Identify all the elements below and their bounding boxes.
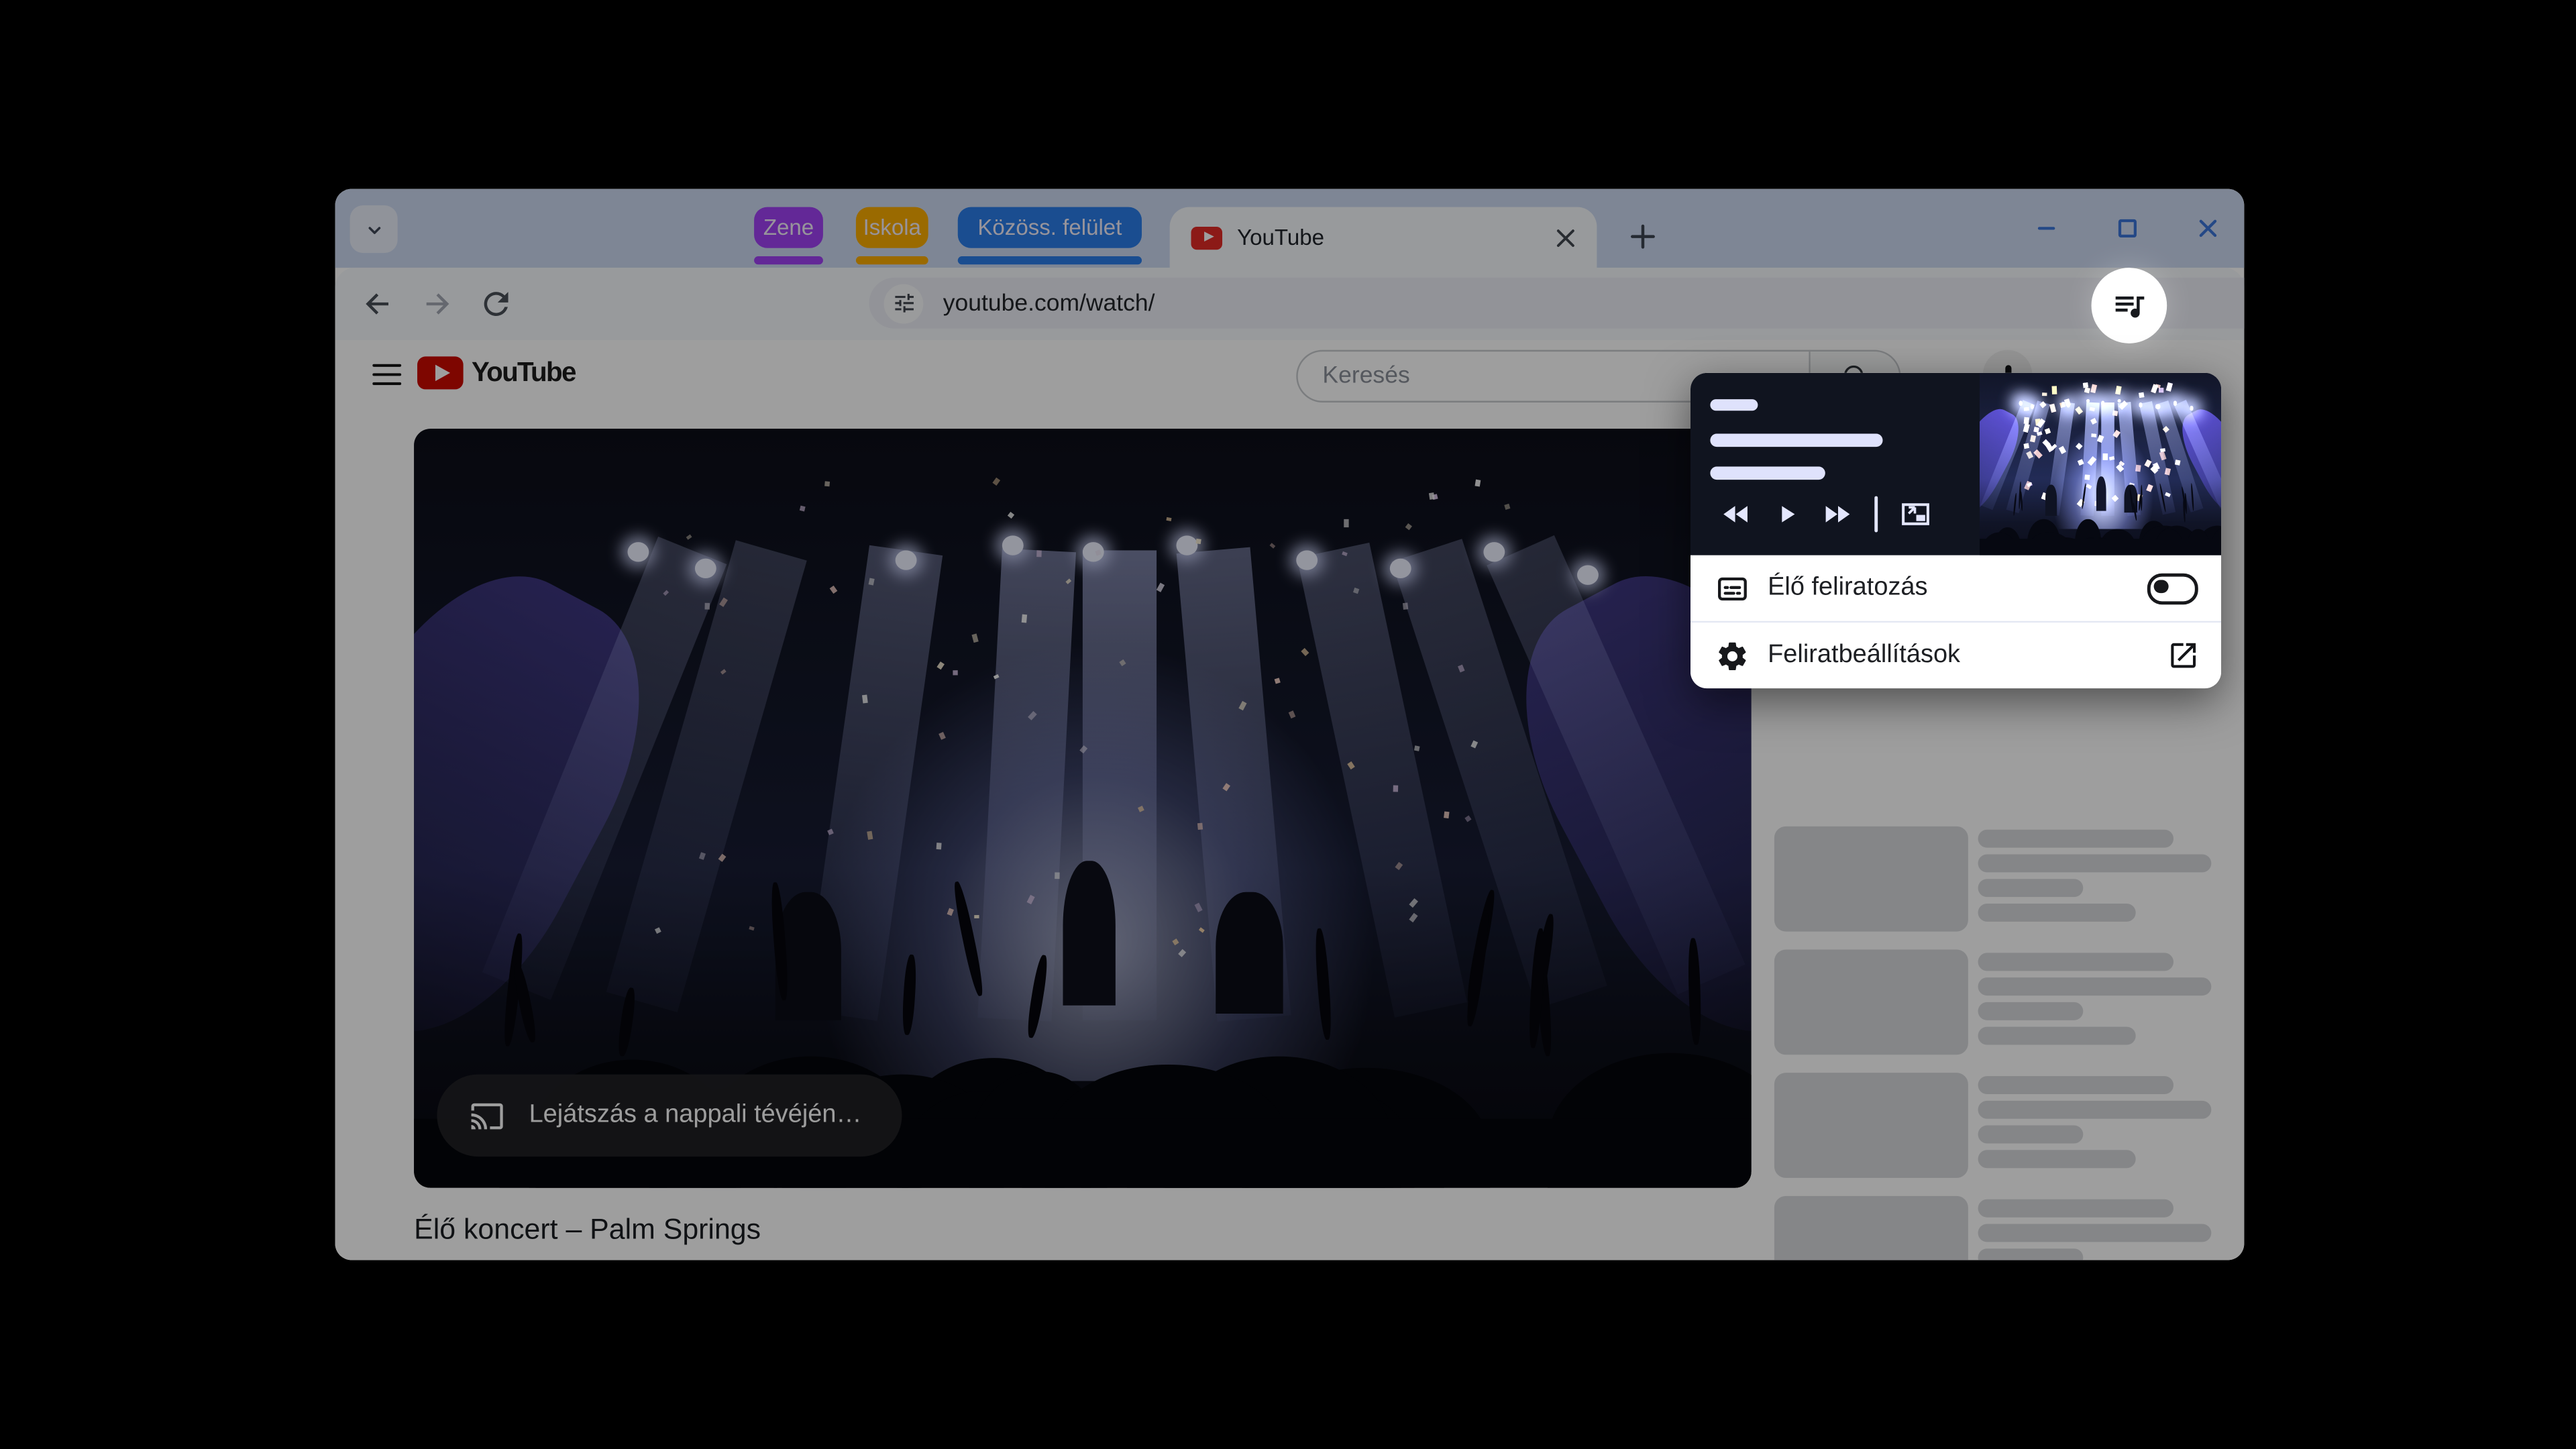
confetti-piece bbox=[2159, 388, 2163, 393]
confetti-piece bbox=[2042, 392, 2046, 396]
confetti-piece bbox=[2076, 443, 2083, 450]
confetti-piece bbox=[2162, 426, 2169, 433]
confetti-piece bbox=[2165, 468, 2171, 474]
gear-icon bbox=[1715, 638, 1750, 672]
confetti-piece bbox=[2040, 402, 2046, 408]
performer-silhouette bbox=[2045, 484, 2057, 515]
caption-settings-row[interactable]: Feliratbeállítások bbox=[1690, 623, 2221, 688]
confetti-piece bbox=[2034, 426, 2039, 432]
play-icon[interactable] bbox=[1772, 498, 1801, 531]
picture-in-picture-icon[interactable] bbox=[1899, 498, 1932, 531]
confetti-piece bbox=[2174, 460, 2180, 466]
confetti-piece bbox=[2112, 496, 2118, 502]
confetti-piece bbox=[2088, 457, 2096, 466]
media-title-placeholder bbox=[1710, 434, 1882, 447]
confetti-piece bbox=[2139, 392, 2143, 398]
confetti-piece bbox=[2092, 434, 2096, 438]
media-artist-placeholder bbox=[1710, 467, 1825, 480]
performer-silhouette bbox=[2097, 477, 2106, 512]
confetti-piece bbox=[2113, 430, 2120, 437]
confetti-piece bbox=[2164, 492, 2169, 496]
confetti-piece bbox=[2118, 400, 2127, 409]
media-controls-popup: Élő feliratozás Feliratbeállítások bbox=[1690, 373, 2221, 688]
caption-settings-label: Feliratbeállítások bbox=[1768, 641, 1960, 670]
confetti-piece bbox=[2116, 465, 2124, 473]
crowd-floor bbox=[1980, 539, 2221, 555]
confetti-piece bbox=[2059, 446, 2066, 454]
confetti-piece bbox=[2031, 435, 2036, 441]
confetti-piece bbox=[2027, 451, 2033, 459]
confetti-piece bbox=[2147, 484, 2153, 492]
confetti-piece bbox=[2118, 460, 2124, 466]
confetti-piece bbox=[2023, 423, 2029, 431]
previous-track-icon[interactable] bbox=[1720, 498, 1753, 531]
album-art-concert bbox=[1980, 373, 2221, 555]
confetti-piece bbox=[2024, 481, 2031, 490]
confetti-piece bbox=[2085, 387, 2090, 392]
dim-overlay bbox=[335, 189, 2245, 1260]
playlist-music-icon bbox=[2111, 288, 2147, 324]
confetti-piece bbox=[2115, 386, 2121, 394]
confetti-piece bbox=[2049, 404, 2055, 412]
live-caption-label: Élő feliratozás bbox=[1768, 574, 1927, 603]
controls-divider bbox=[1874, 496, 1878, 533]
confetti-piece bbox=[2102, 453, 2106, 460]
fast-forward-icon[interactable] bbox=[1820, 498, 1853, 531]
confetti-piece bbox=[2051, 386, 2055, 394]
confetti-piece bbox=[2074, 407, 2082, 414]
confetti-piece bbox=[2090, 419, 2096, 425]
confetti-piece bbox=[2096, 435, 2103, 443]
spotlight-dot bbox=[2019, 400, 2023, 405]
confetti-piece bbox=[2085, 474, 2090, 480]
confetti-piece bbox=[2090, 407, 2094, 412]
open-in-new-icon bbox=[2167, 639, 2200, 672]
media-source-placeholder bbox=[1710, 399, 1758, 411]
live-caption-icon bbox=[1715, 571, 1750, 605]
confetti-piece bbox=[2033, 449, 2042, 458]
live-caption-toggle[interactable] bbox=[2147, 572, 2198, 604]
confetti-piece bbox=[2165, 383, 2171, 392]
confetti-piece bbox=[2045, 428, 2051, 435]
confetti-piece bbox=[2086, 484, 2092, 489]
confetti-piece bbox=[2090, 384, 2096, 392]
screenshot-canvas: Zene Iskola Közöss. felület YouTube bbox=[0, 0, 2576, 1449]
live-caption-row[interactable]: Élő feliratozás bbox=[1690, 555, 2221, 621]
confetti-piece bbox=[2144, 459, 2151, 467]
media-transport-controls bbox=[1710, 493, 1941, 536]
media-controls-button[interactable] bbox=[2092, 268, 2167, 343]
confetti-piece bbox=[2023, 443, 2029, 449]
confetti-piece bbox=[2108, 456, 2113, 461]
confetti-piece bbox=[2135, 464, 2140, 472]
confetti-piece bbox=[2025, 408, 2029, 412]
confetti-piece bbox=[2078, 460, 2084, 466]
toggle-knob bbox=[2154, 580, 2168, 594]
confetti-piece bbox=[2113, 411, 2118, 417]
album-art bbox=[1980, 373, 2221, 555]
media-popup-header bbox=[1690, 373, 2221, 555]
confetti-piece bbox=[2155, 383, 2159, 388]
confetti-piece bbox=[2064, 398, 2070, 407]
